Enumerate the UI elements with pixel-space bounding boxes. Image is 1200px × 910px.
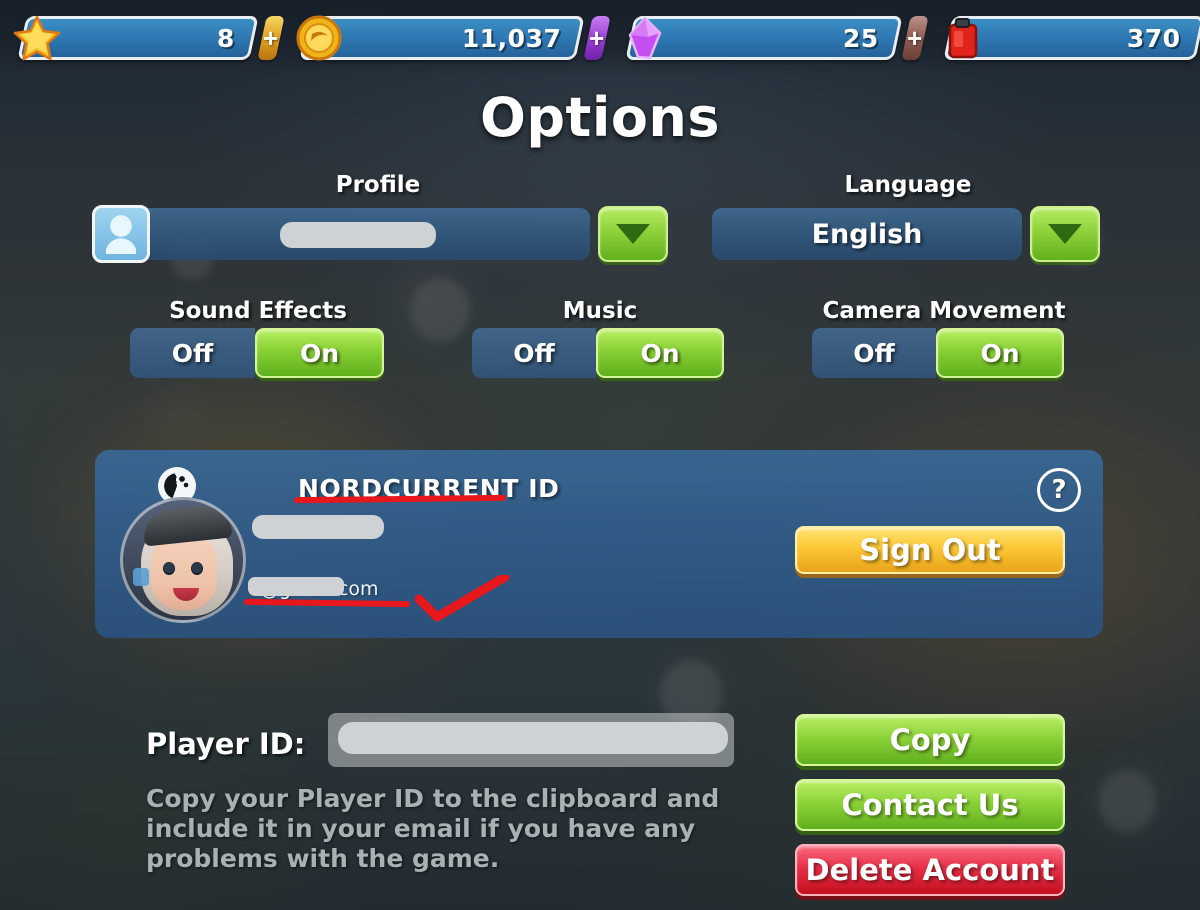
gem-icon <box>619 12 671 64</box>
player-id-helper-text: Copy your Player ID to the clipboard and… <box>146 784 720 873</box>
star-icon <box>11 12 63 64</box>
language-value: English <box>811 218 923 250</box>
star-count: 8 <box>217 23 235 53</box>
add-stars-button[interactable]: + <box>257 16 285 60</box>
copy-button[interactable]: Copy <box>795 714 1065 766</box>
language-select-row[interactable]: English <box>712 206 1100 262</box>
player-id-redaction <box>338 722 728 754</box>
music-toggle[interactable]: Off On <box>472 328 724 378</box>
add-gems-button[interactable]: + <box>901 16 929 60</box>
player-id-label: Player ID: <box>146 727 306 761</box>
language-select-field[interactable]: English <box>712 208 1022 260</box>
profile-name-redaction <box>280 222 436 248</box>
coin-icon <box>293 12 345 64</box>
page-title: Options <box>479 86 721 149</box>
sign-out-button[interactable]: Sign Out <box>795 526 1065 574</box>
resource-gems[interactable]: 25 <box>625 16 903 60</box>
chevron-down-icon <box>616 224 650 244</box>
sound-effects-toggle[interactable]: Off On <box>130 328 384 378</box>
plus-icon: + <box>263 23 279 53</box>
map-marker-blob <box>1098 770 1156 832</box>
add-coins-button[interactable]: + <box>583 16 611 60</box>
question-mark-icon: ? <box>1051 475 1067 505</box>
resource-topbar: 8 + 11,037 + 25 + 370 <box>0 0 1200 76</box>
help-button[interactable]: ? <box>1037 468 1081 512</box>
music-off-option[interactable]: Off <box>472 328 596 378</box>
profile-label: Profile <box>335 172 421 198</box>
resource-fuel[interactable]: 370 <box>943 16 1200 60</box>
resource-coins[interactable]: 11,037 <box>296 15 585 61</box>
plus-icon: + <box>907 23 923 53</box>
player-avatar-icon <box>120 497 246 623</box>
profile-dropdown-button[interactable] <box>598 206 668 262</box>
delete-account-button[interactable]: Delete Account <box>795 844 1065 896</box>
music-label: Music <box>562 298 638 324</box>
contact-us-button[interactable]: Contact Us <box>795 779 1065 831</box>
sound-effects-on-option[interactable]: On <box>255 328 384 378</box>
music-on-option[interactable]: On <box>596 328 724 378</box>
chevron-down-icon <box>1048 224 1082 244</box>
game-options-screen: 8 + 11,037 + 25 + 370 Options Profile La… <box>0 0 1200 910</box>
account-name-redaction <box>252 515 384 539</box>
language-dropdown-button[interactable] <box>1030 206 1100 262</box>
camera-movement-on-option[interactable]: On <box>936 328 1064 378</box>
plus-icon: + <box>589 23 605 53</box>
annotation-checkmark <box>415 575 510 621</box>
camera-movement-toggle[interactable]: Off On <box>812 328 1064 378</box>
camera-movement-off-option[interactable]: Off <box>812 328 936 378</box>
language-label: Language <box>844 172 972 198</box>
camera-movement-label: Camera Movement <box>822 298 1066 324</box>
coin-count: 11,037 <box>461 23 561 53</box>
gem-count: 25 <box>843 23 879 53</box>
sound-effects-off-option[interactable]: Off <box>130 328 255 378</box>
user-silhouette-icon <box>92 205 150 263</box>
fuel-count: 370 <box>1127 23 1181 53</box>
account-email-redaction <box>248 577 344 596</box>
fuel-icon <box>937 12 989 64</box>
sound-effects-label: Sound Effects <box>169 298 347 324</box>
resource-stars[interactable]: 8 <box>13 15 259 61</box>
map-marker-blob <box>410 278 470 342</box>
